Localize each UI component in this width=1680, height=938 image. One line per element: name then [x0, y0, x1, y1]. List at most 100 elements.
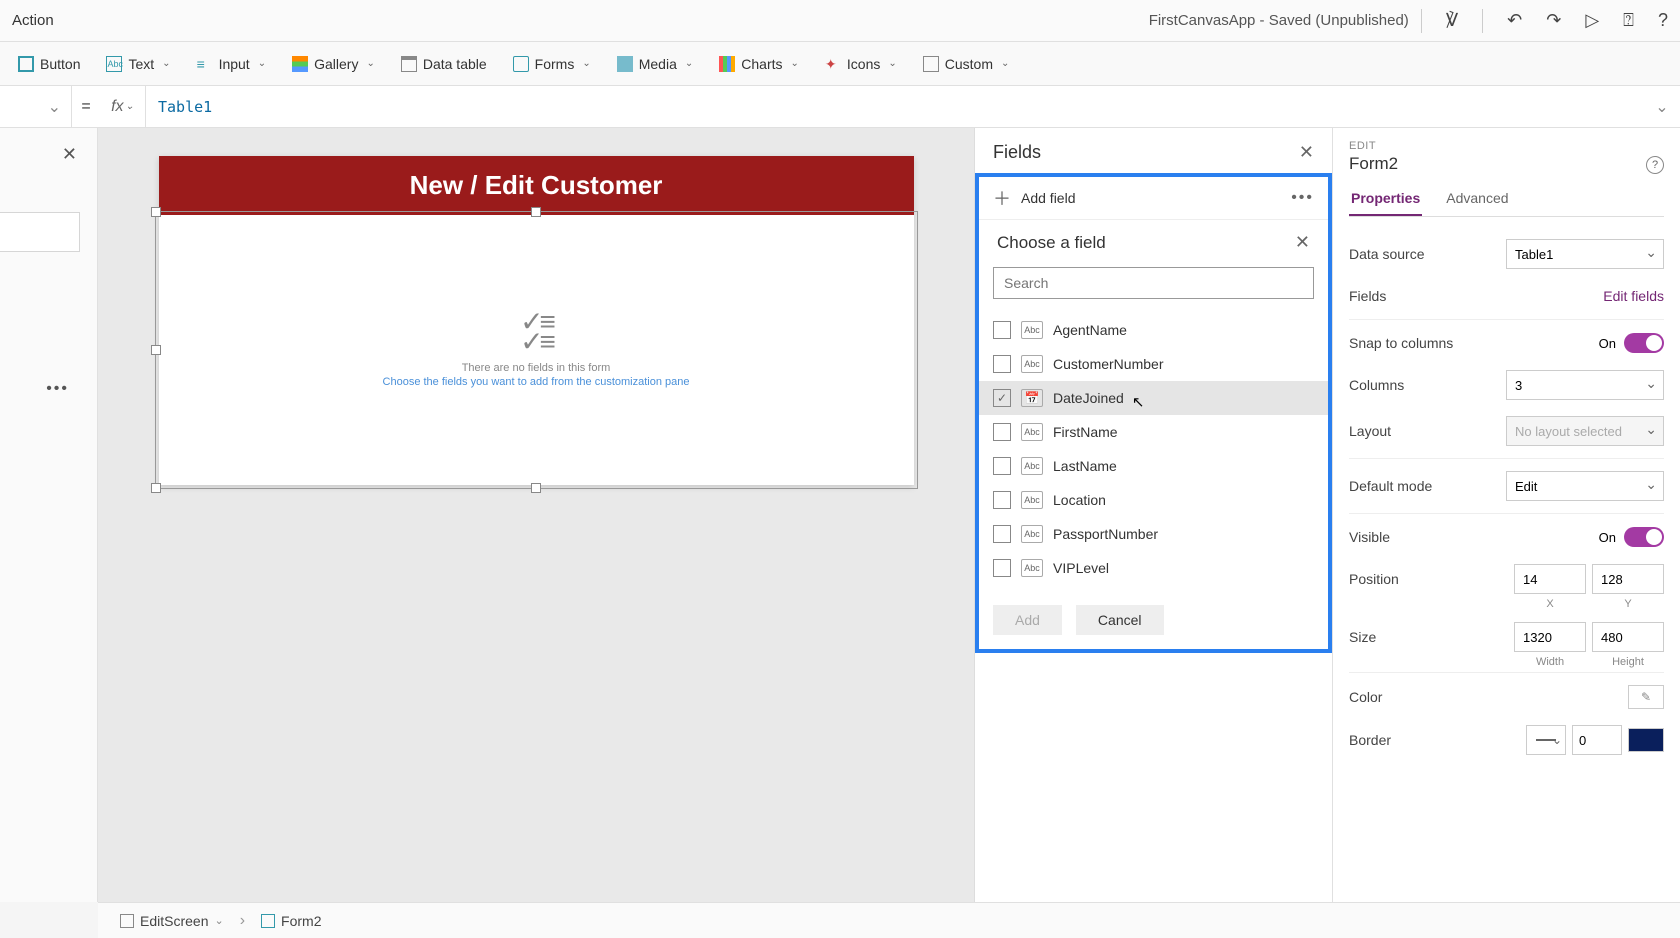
panel-help-icon[interactable]: ? [1646, 156, 1664, 174]
field-item-datejoined[interactable]: ✓ 📅 DateJoined ↖ [979, 381, 1328, 415]
breadcrumb-editscreen[interactable]: EditScreen ⌄ [112, 910, 232, 932]
media-insert[interactable]: Media⌄ [607, 50, 704, 78]
date-type-icon: 📅 [1021, 389, 1043, 407]
checkbox[interactable] [993, 423, 1011, 441]
fields-close-icon[interactable]: ✕ [1299, 142, 1314, 163]
breadcrumb-form2[interactable]: Form2 [253, 910, 329, 932]
checkbox[interactable]: ✓ [993, 389, 1011, 407]
fields-pane: Fields ✕ ＋ Add field ••• Choose a field … [974, 128, 1332, 902]
position-y-input[interactable] [1592, 564, 1664, 594]
form-icon [261, 914, 275, 928]
add-field-more-icon[interactable]: ••• [1291, 189, 1314, 207]
color-picker[interactable]: ✎ [1628, 685, 1664, 709]
add-button[interactable]: Add [993, 605, 1062, 635]
help-icon[interactable]: ? [1658, 10, 1668, 31]
size-width-input[interactable] [1514, 622, 1586, 652]
formula-expand-icon[interactable]: ⌄ [1644, 97, 1680, 117]
gallery-insert[interactable]: Gallery⌄ [282, 50, 385, 78]
defaultmode-select[interactable]: Edit [1506, 471, 1664, 501]
datatable-insert[interactable]: Data table [391, 50, 497, 78]
formula-bar: ⌄ = fx⌄ Table1 ⌄ [0, 86, 1680, 128]
checkbox[interactable] [993, 559, 1011, 577]
button-insert[interactable]: Button [8, 50, 90, 78]
panel-close-icon[interactable]: ✕ [62, 144, 77, 165]
property-selector[interactable]: ⌄ [0, 86, 72, 127]
charts-insert[interactable]: Charts⌄ [709, 50, 809, 78]
cancel-button[interactable]: Cancel [1076, 605, 1164, 635]
play-icon[interactable]: ▷ [1585, 10, 1599, 31]
field-item-agentname[interactable]: Abc AgentName [979, 313, 1328, 347]
edit-fields-link[interactable]: Edit fields [1603, 288, 1664, 304]
text-insert[interactable]: AbcText⌄ [96, 50, 180, 78]
action-menu[interactable]: Action [12, 12, 54, 29]
checkbox[interactable] [993, 457, 1011, 475]
app-title: FirstCanvasApp - Saved (Unpublished) [1149, 12, 1409, 29]
field-list: Abc AgentName Abc CustomerNumber ✓ 📅 Dat… [979, 307, 1328, 591]
visible-value: On [1599, 530, 1616, 545]
insert-toolbar: Button AbcText⌄ ≡Input⌄ Gallery⌄ Data ta… [0, 42, 1680, 86]
text-type-icon: Abc [1021, 525, 1043, 543]
app-canvas: New / Edit Customer ✓≡✓≡ There are no fi… [159, 156, 914, 485]
tree-view-panel: ✕ ••• [0, 128, 98, 902]
field-item-firstname[interactable]: Abc FirstName [979, 415, 1328, 449]
field-item-passportnumber[interactable]: Abc PassportNumber [979, 517, 1328, 551]
text-type-icon: Abc [1021, 559, 1043, 577]
input-insert[interactable]: ≡Input⌄ [187, 50, 277, 78]
tab-properties[interactable]: Properties [1349, 186, 1422, 216]
field-item-location[interactable]: Abc Location [979, 483, 1328, 517]
properties-panel: EDIT Form2 ? Properties Advanced Data so… [1332, 128, 1680, 902]
icons-insert[interactable]: ✦Icons⌄ [815, 50, 907, 78]
tree-search[interactable] [0, 212, 80, 252]
custom-insert[interactable]: Custom⌄ [913, 50, 1020, 78]
visible-toggle[interactable] [1624, 527, 1664, 547]
field-item-customernumber[interactable]: Abc CustomerNumber [979, 347, 1328, 381]
field-item-lastname[interactable]: Abc LastName [979, 449, 1328, 483]
border-width-input[interactable] [1572, 725, 1622, 755]
fx-icon[interactable]: fx⌄ [100, 86, 146, 127]
title-bar: Action FirstCanvasApp - Saved (Unpublish… [0, 0, 1680, 42]
text-type-icon: Abc [1021, 491, 1043, 509]
border-label: Border [1349, 732, 1391, 748]
snap-label: Snap to columns [1349, 335, 1453, 351]
redo-icon[interactable]: ↷ [1546, 10, 1561, 31]
equals-sign: = [72, 98, 100, 116]
undo-icon[interactable]: ↶ [1507, 10, 1522, 31]
checkbox[interactable] [993, 321, 1011, 339]
text-type-icon: Abc [1021, 457, 1043, 475]
datasource-select[interactable]: Table1 [1506, 239, 1664, 269]
datasource-label: Data source [1349, 246, 1424, 262]
border-color-picker[interactable] [1628, 728, 1664, 752]
columns-label: Columns [1349, 377, 1404, 393]
share-icon[interactable]: ⍰ [1623, 10, 1634, 31]
field-item-viplevel[interactable]: Abc VIPLevel [979, 551, 1328, 585]
snap-value: On [1599, 336, 1616, 351]
size-label: Size [1349, 629, 1376, 645]
size-height-input[interactable] [1592, 622, 1664, 652]
screen-icon [120, 914, 134, 928]
fields-label: Fields [1349, 288, 1386, 304]
checkbox[interactable] [993, 525, 1011, 543]
diagnostics-icon[interactable]: ℣ [1446, 10, 1458, 31]
fields-pane-title: Fields [993, 142, 1041, 163]
color-label: Color [1349, 689, 1382, 705]
forms-insert[interactable]: Forms⌄ [503, 50, 601, 78]
border-style-select[interactable] [1526, 725, 1566, 755]
add-field-button[interactable]: Add field [1021, 190, 1291, 206]
form-control[interactable]: ✓≡✓≡ There are no fields in this form Ch… [159, 215, 914, 485]
visible-label: Visible [1349, 529, 1390, 545]
tree-item-more-icon[interactable]: ••• [46, 380, 69, 398]
checkbox[interactable] [993, 355, 1011, 373]
control-name: Form2 [1349, 154, 1664, 174]
position-x-input[interactable] [1514, 564, 1586, 594]
field-search-input[interactable] [993, 267, 1314, 299]
edit-label: EDIT [1349, 140, 1664, 152]
tab-advanced[interactable]: Advanced [1444, 186, 1510, 216]
choose-close-icon[interactable]: ✕ [1295, 232, 1310, 253]
checkbox[interactable] [993, 491, 1011, 509]
text-type-icon: Abc [1021, 423, 1043, 441]
snap-toggle[interactable] [1624, 333, 1664, 353]
formula-input[interactable]: Table1 [146, 98, 1644, 116]
breadcrumb: EditScreen ⌄ › Form2 [98, 902, 1680, 938]
text-type-icon: Abc [1021, 321, 1043, 339]
columns-select[interactable]: 3 [1506, 370, 1664, 400]
